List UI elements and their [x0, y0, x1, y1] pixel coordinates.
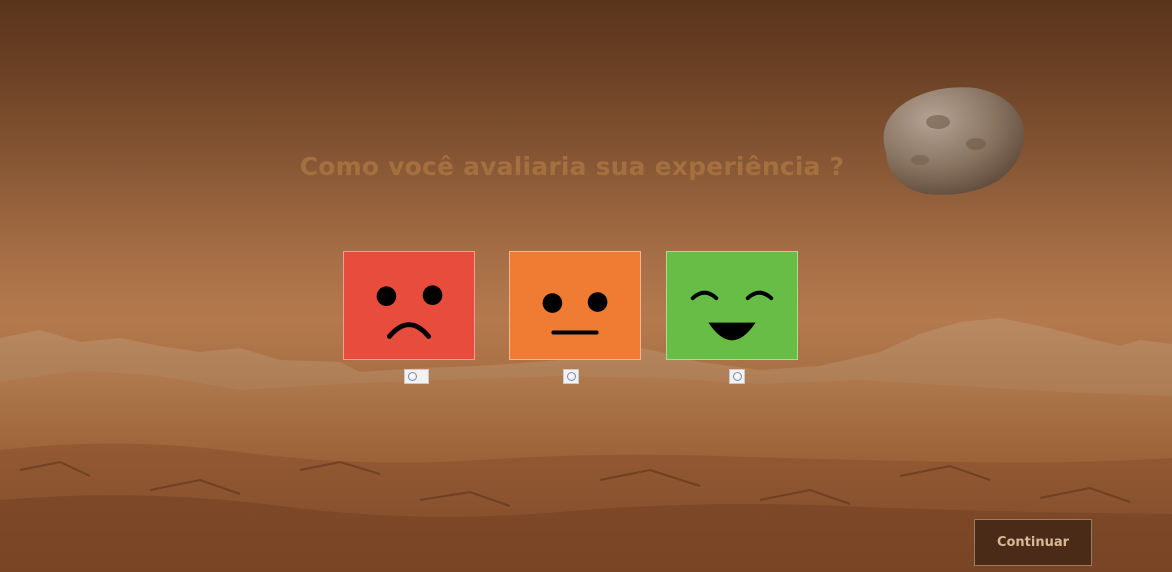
- survey-question-heading: Como você avaliaria sua experiência ?: [299, 152, 845, 181]
- rating-option-neutral[interactable]: [509, 251, 641, 360]
- radio-button-icon: [408, 372, 417, 381]
- continue-button[interactable]: Continuar: [974, 519, 1092, 566]
- sad-face-icon: [376, 285, 443, 339]
- rating-option-sad[interactable]: [343, 251, 475, 360]
- radio-neutral[interactable]: [563, 369, 579, 384]
- happy-face-icon: [690, 290, 774, 341]
- radio-button-icon: [567, 372, 576, 381]
- survey-screen: Como você avaliaria sua experiência ? Co…: [0, 0, 1172, 572]
- radio-sad[interactable]: [404, 369, 429, 384]
- neutral-face-icon: [542, 292, 608, 335]
- radio-button-icon: [733, 372, 742, 381]
- radio-happy[interactable]: [729, 369, 745, 384]
- rating-option-happy[interactable]: [666, 251, 798, 360]
